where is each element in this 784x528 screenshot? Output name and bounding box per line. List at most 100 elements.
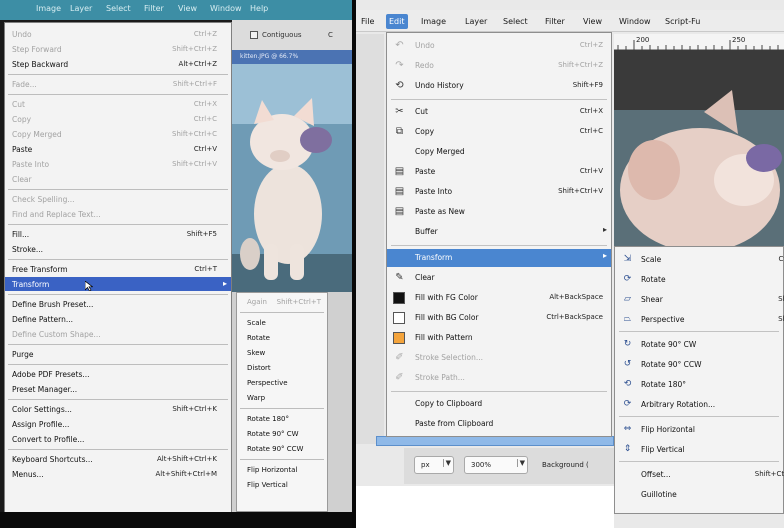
photoshop-window: Image Layer Select Filter View Window He… bbox=[0, 0, 352, 528]
ps-edit-item-define-pattern[interactable]: Define Pattern... bbox=[5, 312, 231, 326]
menu-item-label: Flip Horizontal bbox=[641, 425, 695, 434]
gimp-menu-edit[interactable]: Edit bbox=[386, 14, 408, 29]
ps-edit-item-fill[interactable]: Fill... Shift+F5 bbox=[5, 227, 231, 241]
gimp-transform-item-perspective[interactable]: ⏢ Perspective Shi bbox=[615, 310, 784, 329]
gimp-menu-filter[interactable]: Filter bbox=[542, 14, 568, 29]
ps-transform-item-perspective[interactable]: Perspective bbox=[237, 376, 327, 390]
ps-transform-item-distort[interactable]: Distort bbox=[237, 361, 327, 375]
gimp-edit-item-buffer[interactable]: Buffer ▸ bbox=[387, 223, 611, 241]
ps-edit-item-adobe-pdf-presets[interactable]: Adobe PDF Presets... bbox=[5, 367, 231, 381]
menu-item-label: Offset... bbox=[641, 470, 671, 479]
menu-item-shortcut: Shift+Ctrl+V bbox=[558, 187, 603, 195]
gimp-edit-item-cut[interactable]: ✂ Cut Ctrl+X bbox=[387, 103, 611, 121]
ps-edit-item-preset-manager[interactable]: Preset Manager... bbox=[5, 382, 231, 396]
ps-menu-select[interactable]: Select bbox=[106, 4, 131, 13]
ps-edit-item-step-backward[interactable]: Step Backward Alt+Ctrl+Z bbox=[5, 57, 231, 71]
flip-vertical-icon: ⇕ bbox=[623, 444, 632, 454]
gimp-edit-item-copy-merged[interactable]: Copy Merged bbox=[387, 143, 611, 161]
gimp-edit-item-fill-with-fg-color[interactable]: Fill with FG Color Alt+BackSpace bbox=[387, 289, 611, 307]
gimp-menu-image[interactable]: Image bbox=[418, 14, 449, 29]
menu-separator bbox=[8, 399, 228, 400]
undo-icon: ↶ bbox=[395, 40, 404, 51]
contiguous-label: Contiguous bbox=[262, 31, 302, 39]
ps-edit-item-free-transform[interactable]: Free Transform Ctrl+T bbox=[5, 262, 231, 276]
menu-item-label: Buffer bbox=[415, 227, 438, 236]
ps-transform-item-scale[interactable]: Scale bbox=[237, 316, 327, 330]
gimp-transform-item-rotate[interactable]: ⟳ Rotate bbox=[615, 270, 783, 289]
ps-menu-filter[interactable]: Filter bbox=[144, 4, 164, 13]
ps-edit-item-paste-into: Paste Into Shift+Ctrl+V bbox=[5, 157, 231, 171]
ps-edit-item-convert-to-profile[interactable]: Convert to Profile... bbox=[5, 432, 231, 446]
ps-transform-item-flip-vertical[interactable]: Flip Vertical bbox=[237, 478, 327, 492]
ps-edit-item-paste[interactable]: Paste Ctrl+V bbox=[5, 142, 231, 156]
menu-item-label: Stroke... bbox=[12, 245, 44, 254]
gimp-transform-item-guillotine[interactable]: Guillotine bbox=[615, 485, 783, 504]
gimp-transform-item-scale[interactable]: ⇲ Scale Ctr bbox=[615, 250, 784, 269]
menu-item-shortcut: Shift+Ctrl+V bbox=[172, 160, 217, 168]
menu-item-label: Fill... bbox=[12, 230, 30, 239]
gimp-transform-item-offset[interactable]: Offset... Shift+Ctrl bbox=[615, 465, 784, 484]
menu-separator bbox=[8, 224, 228, 225]
ps-edit-item-keyboard-shortcuts[interactable]: Keyboard Shortcuts... Alt+Shift+Ctrl+K bbox=[5, 452, 231, 466]
gimp-transform-item-rotate-90-ccw[interactable]: ↺ Rotate 90° CCW bbox=[615, 355, 783, 374]
gimp-menu-select[interactable]: Select bbox=[500, 14, 531, 29]
arbitrary-rotation-icon: ⟳ bbox=[623, 399, 632, 409]
gimp-menu-layer[interactable]: Layer bbox=[462, 14, 490, 29]
ps-menu-image[interactable]: Image bbox=[36, 4, 61, 13]
gimp-edit-item-paste[interactable]: ▤ Paste Ctrl+V bbox=[387, 163, 611, 181]
gimp-transform-item-flip-vertical[interactable]: ⇕ Flip Vertical bbox=[615, 440, 783, 459]
gimp-canvas-photo[interactable] bbox=[614, 50, 784, 246]
gimp-edit-item-clear[interactable]: ✎ Clear bbox=[387, 269, 611, 287]
gimp-edit-item-undo-history[interactable]: ⟲ Undo History Shift+F9 bbox=[387, 77, 611, 95]
ps-menu-view[interactable]: View bbox=[178, 4, 197, 13]
gimp-edit-item-copy-to-clipboard[interactable]: Copy to Clipboard bbox=[387, 395, 611, 413]
menu-item-label: Again bbox=[247, 298, 267, 306]
gimp-transform-item-arbitrary-rotation[interactable]: ⟳ Arbitrary Rotation... bbox=[615, 395, 783, 414]
unit-select[interactable]: px ▼ bbox=[414, 456, 454, 474]
ps-transform-item-rotate-90-ccw[interactable]: Rotate 90° CCW bbox=[237, 442, 327, 456]
ps-edit-item-color-settings[interactable]: Color Settings... Shift+Ctrl+K bbox=[5, 402, 231, 416]
ps-transform-item-rotate[interactable]: Rotate bbox=[237, 331, 327, 345]
zoom-select[interactable]: 300% ▼ bbox=[464, 456, 528, 474]
ps-edit-item-menus[interactable]: Menus... Alt+Shift+Ctrl+M bbox=[5, 467, 231, 481]
ps-transform-item-rotate-180[interactable]: Rotate 180° bbox=[237, 412, 327, 426]
chevron-down-icon: ▼ bbox=[516, 459, 525, 467]
gimp-transform-item-flip-horizontal[interactable]: ⇔ Flip Horizontal bbox=[615, 420, 783, 439]
gimp-menu-window[interactable]: Window bbox=[616, 14, 654, 29]
ps-transform-item-warp[interactable]: Warp bbox=[237, 391, 327, 405]
ps-edit-item-define-brush-preset[interactable]: Define Brush Preset... bbox=[5, 297, 231, 311]
menu-item-label: Paste as New bbox=[415, 207, 465, 216]
options-c-label: C bbox=[328, 31, 333, 39]
menu-item-label: Copy bbox=[415, 127, 435, 136]
ps-menu-window[interactable]: Window bbox=[210, 4, 242, 13]
menu-item-shortcut: Ctrl+X bbox=[193, 100, 217, 108]
ps-edit-item-stroke[interactable]: Stroke... bbox=[5, 242, 231, 256]
ps-edit-item-purge[interactable]: Purge bbox=[5, 347, 231, 361]
contiguous-checkbox[interactable] bbox=[250, 31, 258, 39]
gimp-edit-item-paste-into[interactable]: ▤ Paste Into Shift+Ctrl+V bbox=[387, 183, 611, 201]
gimp-edit-item-transform[interactable]: Transform ▸ bbox=[387, 249, 611, 267]
gimp-edit-item-paste-as-new[interactable]: ▤ Paste as New bbox=[387, 203, 611, 221]
ps-document-title: kitten.JPG @ 66.7% bbox=[240, 53, 299, 60]
ps-transform-item-rotate-90-cw[interactable]: Rotate 90° CW bbox=[237, 427, 327, 441]
gimp-edit-item-fill-with-bg-color[interactable]: Fill with BG Color Ctrl+BackSpace bbox=[387, 309, 611, 327]
gimp-transform-item-rotate-90-cw[interactable]: ↻ Rotate 90° CW bbox=[615, 335, 783, 354]
gimp-edit-item-paste-from-clipboard[interactable]: Paste from Clipboard bbox=[387, 415, 611, 433]
gimp-transform-item-rotate-180[interactable]: ⟲ Rotate 180° bbox=[615, 375, 783, 394]
ps-edit-item-transform[interactable]: Transform ▸ bbox=[5, 277, 231, 291]
ps-transform-item-skew[interactable]: Skew bbox=[237, 346, 327, 360]
gimp-edit-item-fill-with-pattern[interactable]: Fill with Pattern bbox=[387, 329, 611, 347]
gimp-edit-item-stroke-path: ✐ Stroke Path... bbox=[387, 369, 611, 387]
gimp-transform-item-shear[interactable]: ▱ Shear Shi bbox=[615, 290, 784, 309]
gimp-menu-view[interactable]: View bbox=[580, 14, 605, 29]
ps-edit-item-assign-profile[interactable]: Assign Profile... bbox=[5, 417, 231, 431]
gimp-menu-file[interactable]: File bbox=[358, 14, 377, 29]
ps-transform-item-flip-horizontal[interactable]: Flip Horizontal bbox=[237, 463, 327, 477]
menu-item-label: Copy Merged bbox=[415, 147, 465, 156]
gimp-menu-script-fu[interactable]: Script-Fu bbox=[662, 14, 703, 29]
ps-menu-layer[interactable]: Layer bbox=[70, 4, 92, 13]
menu-item-shortcut: Shift+Ctrl+T bbox=[276, 298, 321, 306]
gimp-horizontal-scrollbar[interactable] bbox=[376, 436, 614, 446]
ps-menu-help[interactable]: Help bbox=[250, 4, 268, 13]
gimp-edit-item-copy[interactable]: ⧉ Copy Ctrl+C bbox=[387, 123, 611, 141]
